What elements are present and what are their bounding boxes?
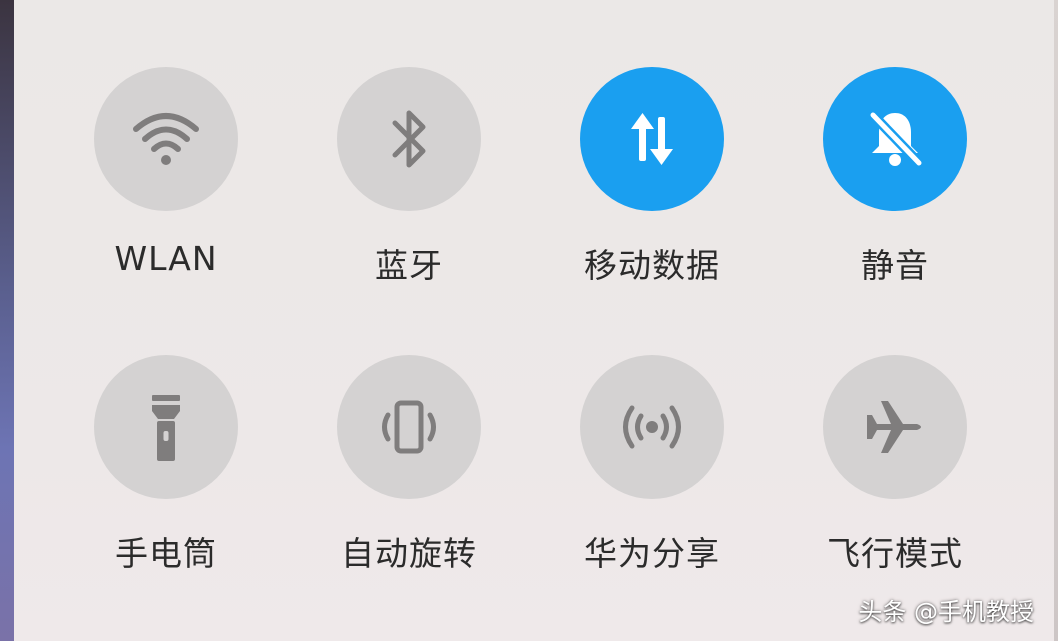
mobile-data-icon <box>631 113 673 165</box>
airplane-icon <box>867 401 921 453</box>
toggle-silent[interactable]: 静音 <box>795 67 995 297</box>
toggle-airplane-mode-button[interactable] <box>823 355 967 499</box>
toggle-flashlight-button[interactable] <box>94 355 238 499</box>
flashlight-icon <box>152 395 180 461</box>
toggle-auto-rotate[interactable]: 自动旋转 <box>309 355 509 585</box>
toggle-flashlight[interactable]: 手电筒 <box>66 355 266 585</box>
toggle-auto-rotate-button[interactable] <box>337 355 481 499</box>
bell-off-icon <box>868 110 924 168</box>
toggle-huawei-share-button[interactable] <box>580 355 724 499</box>
bluetooth-icon <box>392 110 426 168</box>
quick-settings-panel: WLAN 蓝牙 移动数据 静音 手电筒 自动旋转 华为分享 飞行模式 <box>14 0 1054 641</box>
auto-rotate-icon <box>382 400 436 454</box>
watermark-text: 头条 @手机教授 <box>858 598 1034 626</box>
toggle-huawei-share[interactable]: 华为分享 <box>552 355 752 585</box>
toggle-airplane-mode-label: 飞行模式 <box>827 534 963 573</box>
huawei-share-icon <box>623 405 681 449</box>
toggle-wlan-button[interactable] <box>94 67 238 211</box>
toggle-huawei-share-label: 华为分享 <box>584 534 720 573</box>
toggle-silent-button[interactable] <box>823 67 967 211</box>
toggle-airplane-mode[interactable]: 飞行模式 <box>795 355 995 585</box>
toggle-bluetooth[interactable]: 蓝牙 <box>309 67 509 297</box>
toggle-bluetooth-label: 蓝牙 <box>375 246 443 285</box>
wifi-icon <box>133 113 199 165</box>
toggle-bluetooth-button[interactable] <box>337 67 481 211</box>
toggle-silent-label: 静音 <box>861 246 929 285</box>
toggle-mobile-data[interactable]: 移动数据 <box>552 67 752 297</box>
toggle-mobile-data-button[interactable] <box>580 67 724 211</box>
toggle-wlan[interactable]: WLAN <box>66 67 266 297</box>
toggle-wlan-label: WLAN <box>114 239 218 278</box>
toggle-flashlight-label: 手电筒 <box>115 534 217 573</box>
toggle-auto-rotate-label: 自动旋转 <box>341 534 477 573</box>
toggle-mobile-data-label: 移动数据 <box>584 246 720 285</box>
